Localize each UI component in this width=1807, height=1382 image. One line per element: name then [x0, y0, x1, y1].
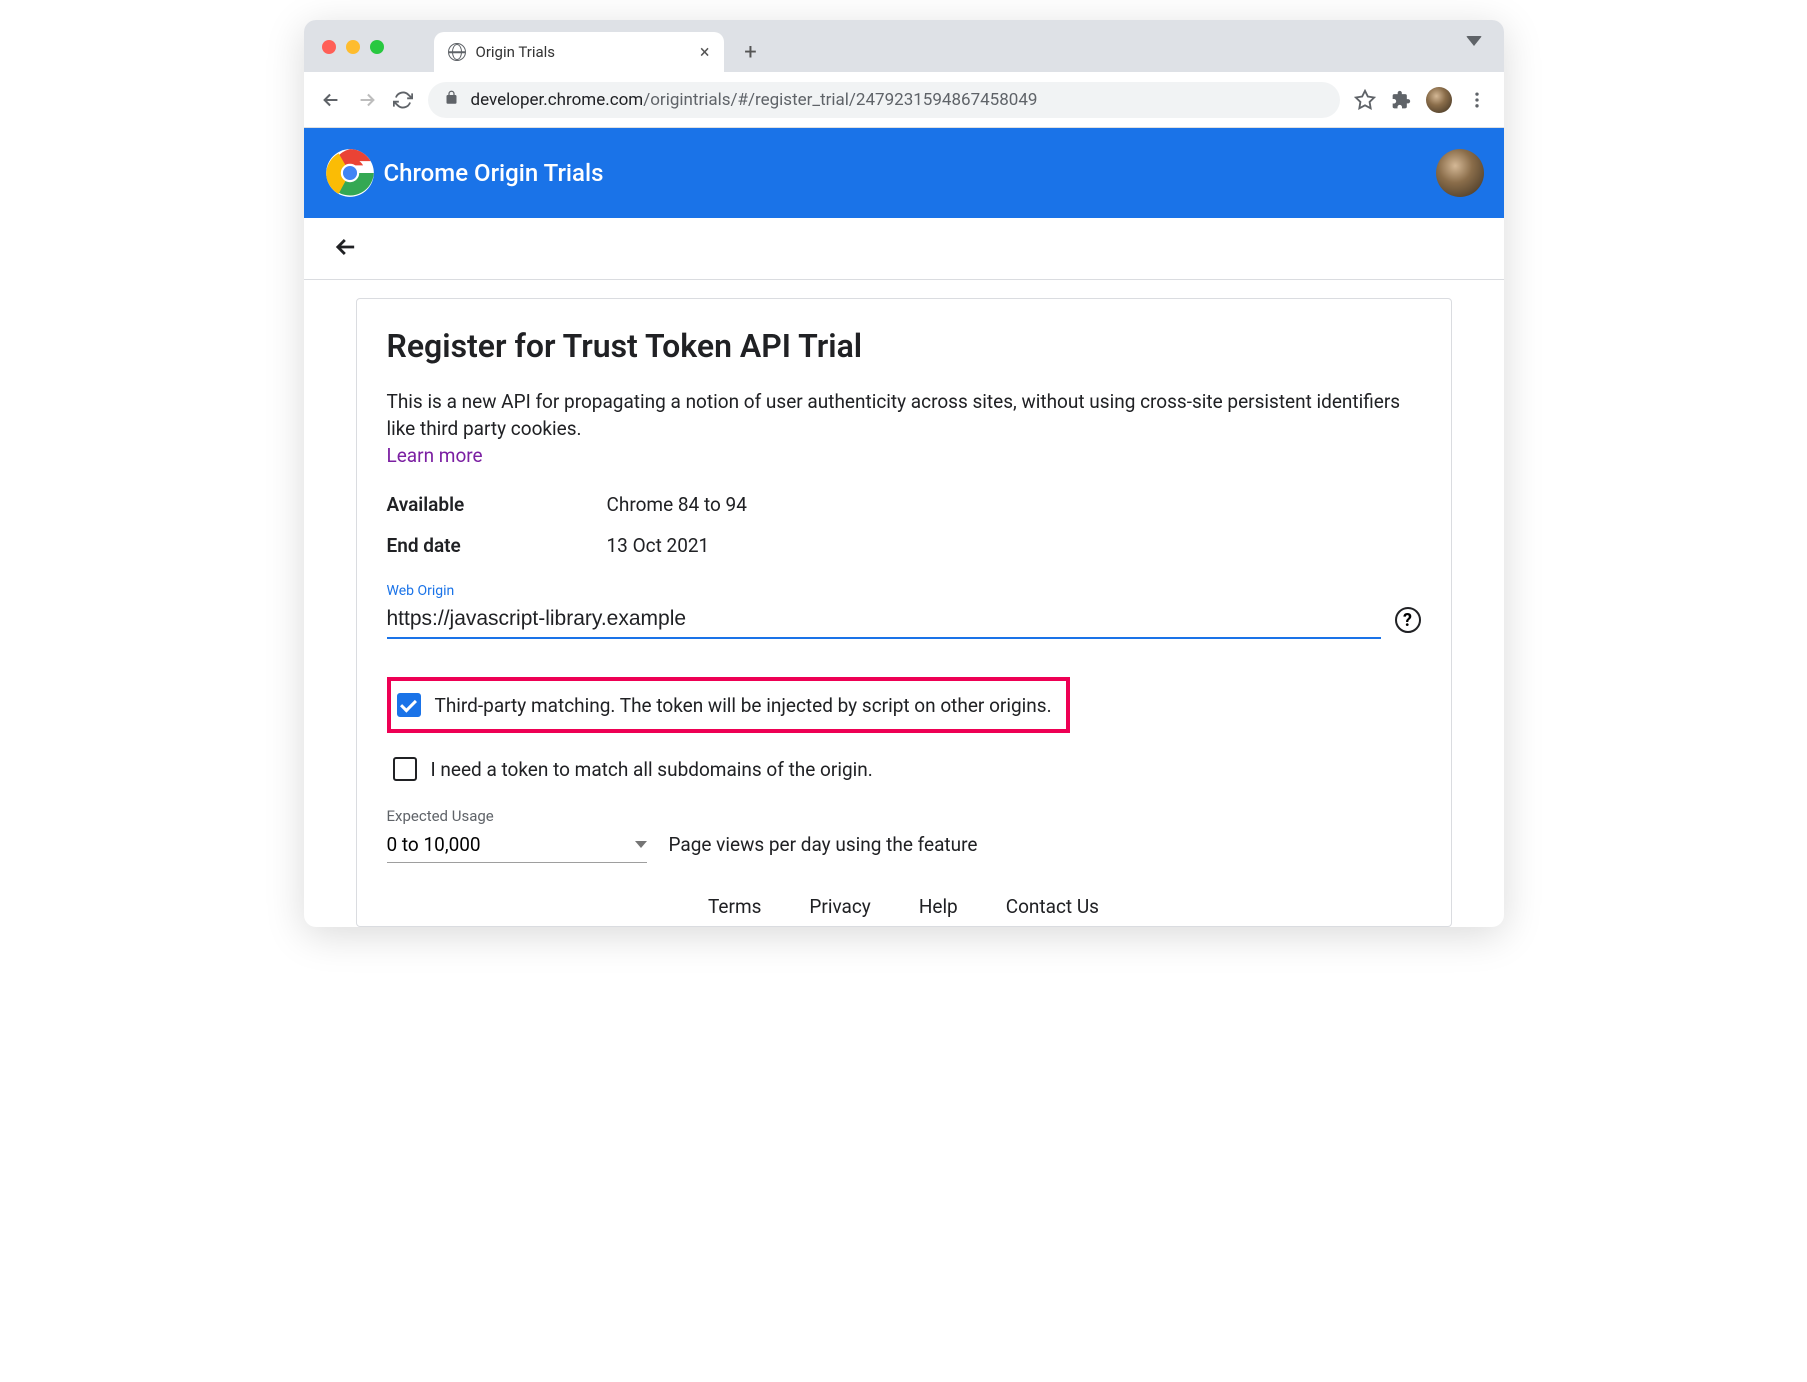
window-maximize-button[interactable]	[370, 40, 384, 54]
usage-select[interactable]: 0 to 10,000	[387, 827, 647, 863]
back-button[interactable]	[320, 89, 342, 111]
usage-value: 0 to 10,000	[387, 833, 481, 856]
usage-description: Page views per day using the feature	[669, 833, 978, 856]
account-chevron-icon[interactable]	[1466, 36, 1482, 46]
tab-close-button[interactable]: ×	[700, 42, 710, 63]
window-controls	[322, 40, 434, 72]
info-table: Available Chrome 84 to 94 End date 13 Oc…	[387, 493, 1421, 557]
toolbar: developer.chrome.com/origintrials/#/regi…	[304, 72, 1504, 128]
third-party-checkbox[interactable]	[397, 693, 421, 717]
chevron-down-icon	[635, 841, 647, 848]
chrome-logo-icon	[324, 147, 376, 199]
extensions-icon[interactable]	[1390, 89, 1412, 111]
end-date-label: End date	[387, 534, 607, 557]
reload-button[interactable]	[392, 89, 414, 111]
end-date-row: End date 13 Oct 2021	[387, 534, 1421, 557]
new-tab-button[interactable]: +	[736, 37, 766, 67]
footer-contact-link[interactable]: Contact Us	[1006, 895, 1099, 918]
page-description: This is a new API for propagating a noti…	[387, 389, 1421, 442]
footer-privacy-link[interactable]: Privacy	[809, 895, 870, 918]
lock-icon	[444, 90, 459, 110]
third-party-label: Third-party matching. The token will be …	[435, 694, 1052, 717]
window-minimize-button[interactable]	[346, 40, 360, 54]
registration-card: Register for Trust Token API Trial This …	[356, 298, 1452, 927]
subdomains-checkbox-row[interactable]: I need a token to match all subdomains o…	[387, 749, 1421, 789]
footer-help-link[interactable]: Help	[919, 895, 958, 918]
learn-more-link[interactable]: Learn more	[387, 444, 483, 467]
browser-tab[interactable]: Origin Trials ×	[434, 32, 724, 72]
page-title: Register for Trust Token API Trial	[387, 327, 1421, 365]
tab-bar: Origin Trials × +	[304, 20, 1504, 72]
available-value: Chrome 84 to 94	[607, 493, 747, 516]
url-path: /origintrials/#/register_trial/247923159…	[643, 90, 1037, 110]
window-close-button[interactable]	[322, 40, 336, 54]
address-bar[interactable]: developer.chrome.com/origintrials/#/regi…	[428, 82, 1340, 118]
menu-button[interactable]	[1466, 89, 1488, 111]
footer-links: Terms Privacy Help Contact Us	[387, 895, 1421, 918]
tab-title: Origin Trials	[476, 43, 556, 61]
subdomains-checkbox[interactable]	[393, 757, 417, 781]
browser-window: Origin Trials × + developer.chrome.com/o…	[304, 20, 1504, 927]
subheader	[304, 218, 1504, 280]
forward-button[interactable]	[356, 89, 378, 111]
third-party-checkbox-row[interactable]: Third-party matching. The token will be …	[387, 677, 1070, 733]
user-avatar[interactable]	[1436, 149, 1484, 197]
web-origin-input[interactable]	[387, 601, 1381, 639]
app-header: Chrome Origin Trials	[304, 128, 1504, 218]
available-label: Available	[387, 493, 607, 516]
app-title: Chrome Origin Trials	[384, 159, 604, 187]
bookmark-star-icon[interactable]	[1354, 89, 1376, 111]
help-icon[interactable]: ?	[1395, 607, 1421, 633]
url-text: developer.chrome.com/origintrials/#/regi…	[471, 90, 1038, 110]
web-origin-label: Web Origin	[387, 583, 1421, 599]
footer-terms-link[interactable]: Terms	[708, 895, 761, 918]
web-origin-field: Web Origin ?	[387, 583, 1421, 639]
page-back-button[interactable]	[332, 233, 360, 265]
content-area: Register for Trust Token API Trial This …	[304, 280, 1504, 927]
usage-group: Expected Usage 0 to 10,000 Page views pe…	[387, 807, 1421, 863]
globe-icon	[448, 43, 466, 61]
url-domain: developer.chrome.com	[471, 90, 644, 110]
available-row: Available Chrome 84 to 94	[387, 493, 1421, 516]
end-date-value: 13 Oct 2021	[607, 534, 710, 557]
usage-label: Expected Usage	[387, 807, 1421, 825]
profile-avatar[interactable]	[1426, 87, 1452, 113]
subdomains-label: I need a token to match all subdomains o…	[431, 758, 873, 781]
